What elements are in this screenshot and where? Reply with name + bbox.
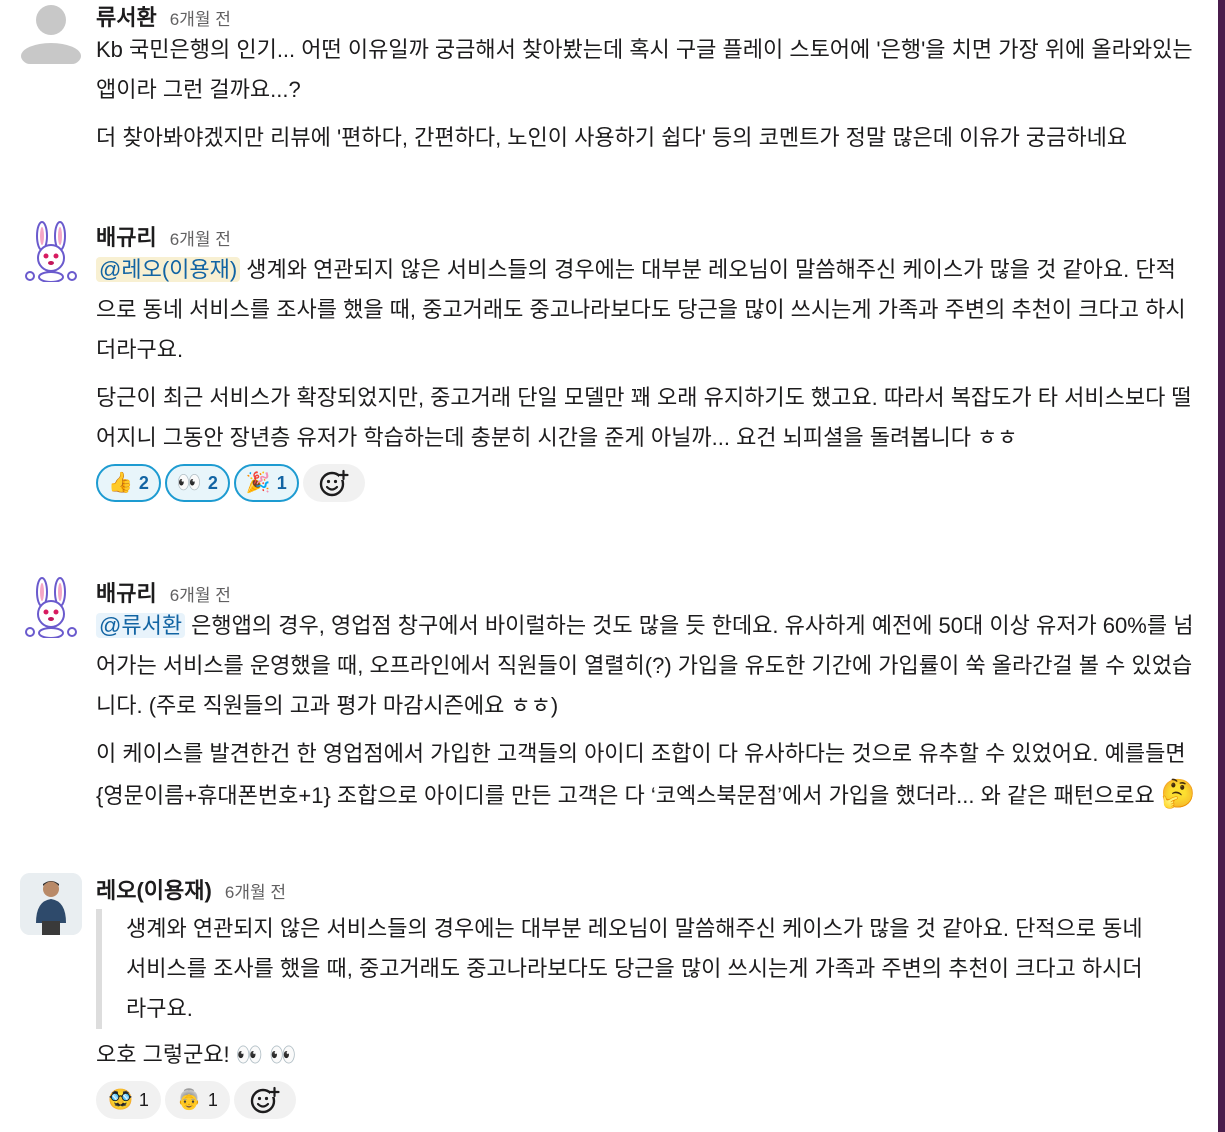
thinking-face-icon: 🤔	[1160, 778, 1196, 809]
avatar[interactable]	[20, 2, 82, 64]
message-text: @류서환 은행앱의 경우, 영업점 창구에서 바이럴하는 것도 많을 듯 한데요…	[96, 606, 1196, 726]
reaction-party[interactable]: 🎉 1	[233, 464, 299, 502]
avatar[interactable]	[20, 576, 82, 638]
bunny-avatar-icon	[25, 577, 77, 638]
timestamp[interactable]: 6개월 전	[170, 5, 231, 30]
message-text-rest: 생계와 연관되지 않은 서비스들의 경우에는 대부분 레오님이 말씀해주신 케이…	[96, 257, 1186, 362]
reaction-count: 1	[138, 1089, 149, 1110]
author-name[interactable]: 배규리	[96, 220, 157, 252]
message-text: @레오(이용재) 생계와 연관되지 않은 서비스들의 경우에는 대부분 레오님이…	[96, 250, 1196, 370]
reaction-disguise[interactable]: 🥸 1	[96, 1081, 161, 1119]
message-text: 오호 그렇군요! 👀 👀	[96, 1035, 1196, 1075]
reaction-older-woman[interactable]: 👵 1	[164, 1081, 230, 1119]
message-text: 이 케이스를 발견한건 한 영업점에서 가입한 고객들의 아이디 조합이 다 유…	[96, 734, 1196, 816]
add-reaction-button[interactable]	[233, 1081, 296, 1119]
author-name[interactable]: 레오(이용재)	[96, 873, 212, 905]
add-reaction-button[interactable]	[302, 464, 365, 502]
bunny-avatar-icon	[25, 221, 77, 282]
author-name[interactable]: 류서환	[96, 0, 157, 32]
reaction-bar: 👍 2 👀 2 🎉 1	[96, 464, 1196, 508]
user-mention[interactable]: @류서환	[96, 613, 186, 638]
message-text-main: 이 케이스를 발견한건 한 영업점에서 가입한 고객들의 아이디 조합이 다 유…	[96, 741, 1186, 808]
reaction-count: 1	[207, 1089, 218, 1110]
add-reaction-icon	[319, 469, 349, 497]
reaction-eyes[interactable]: 👀 2	[164, 464, 230, 502]
avatar[interactable]	[20, 873, 82, 935]
thumbs-up-icon: 👍	[108, 472, 133, 494]
reaction-count: 2	[207, 472, 218, 493]
older-woman-icon: 👵	[176, 1089, 202, 1111]
avatar[interactable]	[20, 220, 82, 282]
party-popper-icon: 🎉	[245, 472, 271, 494]
disguised-face-icon: 🥸	[108, 1089, 133, 1111]
message-text: 당근이 최근 서비스가 확장되었지만, 중고거래 단일 모델만 꽤 오래 유지하…	[96, 385, 1192, 450]
default-user-icon	[21, 5, 81, 64]
timestamp[interactable]: 6개월 전	[170, 225, 231, 250]
message-text-main: 오호 그렇군요!	[96, 1042, 230, 1067]
reaction-bar: 🥸 1 👵 1	[96, 1081, 1196, 1125]
user-mention[interactable]: @레오(이용재)	[96, 257, 241, 282]
block-quote: 생계와 연관되지 않은 서비스들의 경우에는 대부분 레오님이 말씀해주신 케이…	[96, 909, 1196, 1029]
eyes-icon: 👀	[176, 472, 202, 494]
quote-text: 생계와 연관되지 않은 서비스들의 경우에는 대부분 레오님이 말씀해주신 케이…	[126, 916, 1143, 1021]
reaction-count: 1	[276, 472, 287, 493]
reaction-count: 2	[138, 472, 149, 493]
timestamp[interactable]: 6개월 전	[170, 581, 231, 606]
message-text: Kb 국민은행의 인기... 어떤 이유일까 궁금해서 찾아봤는데 혹시 구글 …	[96, 37, 1193, 102]
timestamp[interactable]: 6개월 전	[225, 878, 286, 903]
user-photo-icon	[20, 873, 82, 935]
message-text-rest: 은행앱의 경우, 영업점 창구에서 바이럴하는 것도 많을 듯 한데요. 유사하…	[96, 613, 1194, 718]
author-name[interactable]: 배규리	[96, 576, 157, 608]
window-edge-bar	[1218, 0, 1225, 1132]
add-reaction-icon	[250, 1086, 280, 1114]
message-text: 더 찾아봐야겠지만 리뷰에 '편하다, 간편하다, 노인이 사용하기 쉽다' 등…	[96, 125, 1128, 150]
reaction-thumbs-up[interactable]: 👍 2	[96, 464, 161, 502]
eyes-icon: 👀 👀	[235, 1042, 297, 1067]
